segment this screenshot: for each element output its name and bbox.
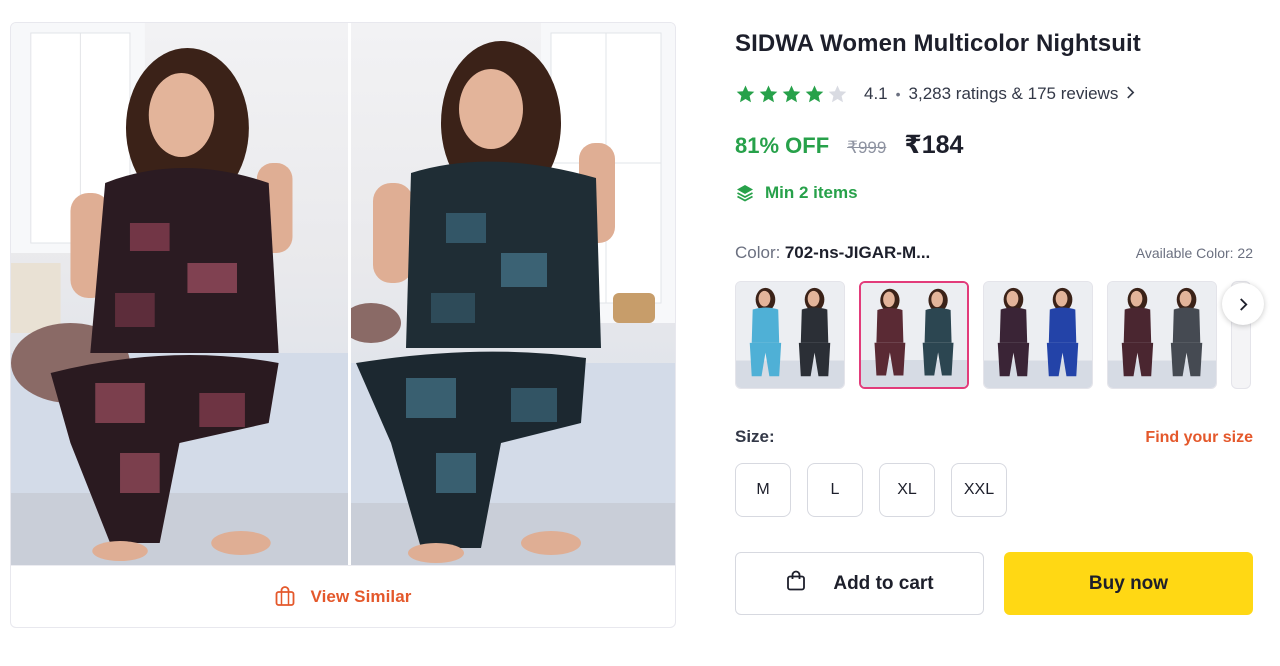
view-similar-button[interactable]: View Similar (11, 565, 675, 627)
layers-icon (735, 183, 755, 203)
ratings-reviews-link[interactable]: 3,283 ratings & 175 reviews (909, 84, 1119, 104)
add-to-cart-label: Add to cart (833, 572, 934, 594)
star-filled-icon (781, 84, 802, 105)
rating-value: 4.1 (864, 84, 888, 103)
size-option-l[interactable]: L (807, 463, 863, 517)
min-items-label: Min 2 items (765, 183, 858, 202)
product-title: SIDWA Women Multicolor Nightsuit (735, 30, 1141, 57)
rating-row: 4.1 • 3,283 ratings & 175 reviews (735, 82, 1135, 106)
buy-now-label: Buy now (1088, 572, 1169, 594)
color-swatch-purple-and-blue[interactable] (983, 281, 1093, 389)
star-filled-icon (758, 84, 779, 105)
add-to-cart-button[interactable]: Add to cart (735, 552, 984, 615)
color-swatch-sky-blue-and-black[interactable] (735, 281, 845, 389)
selling-price: ₹184 (904, 131, 964, 159)
chevron-right-icon (1239, 297, 1248, 311)
star-filled-icon (735, 84, 756, 105)
star-filled-icon (804, 84, 825, 105)
view-similar-label: View Similar (310, 586, 412, 606)
size-header: Size: Find your size (735, 427, 1253, 447)
size-option-xl[interactable]: XL (879, 463, 935, 517)
color-swatch-maroon-and-teal[interactable] (859, 281, 969, 389)
product-image-maroon[interactable] (11, 23, 351, 565)
swatches-next-button[interactable] (1222, 283, 1264, 325)
size-options: M L XL XXL (735, 463, 1007, 517)
rating-stars (735, 84, 848, 105)
find-your-size-link[interactable]: Find your size (1145, 429, 1253, 447)
color-label: Color: (735, 243, 781, 262)
color-swatches (735, 281, 1280, 389)
color-swatch-maroon-and-grey[interactable] (1107, 281, 1217, 389)
size-label: Size: (735, 427, 775, 446)
original-price: ₹999 (847, 138, 887, 157)
product-gallery: View Similar (10, 22, 676, 628)
product-details: SIDWA Women Multicolor Nightsuit 4.1 • 3… (735, 30, 1253, 615)
shopping-bag-icon (274, 585, 296, 608)
size-option-m[interactable]: M (735, 463, 791, 517)
product-image-teal[interactable] (351, 23, 675, 565)
separator-dot: • (895, 86, 901, 102)
cta-row: Add to cart Buy now (735, 552, 1253, 615)
chevron-right-icon[interactable] (1126, 84, 1135, 104)
buy-now-button[interactable]: Buy now (1004, 552, 1253, 615)
product-photos (11, 23, 675, 565)
price-row: 81% OFF ₹999 ₹184 (735, 130, 963, 160)
available-colors-count: Available Color: 22 (1135, 245, 1253, 261)
discount-percent: 81% OFF (735, 133, 830, 158)
selected-color-name: 702-ns-JIGAR-M... (784, 243, 931, 262)
star-empty-icon (827, 84, 848, 105)
bag-icon (785, 570, 807, 597)
size-option-xxl[interactable]: XXL (951, 463, 1007, 517)
color-row: Color: 702-ns-JIGAR-M... Available Color… (735, 243, 1253, 263)
min-items-row: Min 2 items (735, 183, 858, 203)
